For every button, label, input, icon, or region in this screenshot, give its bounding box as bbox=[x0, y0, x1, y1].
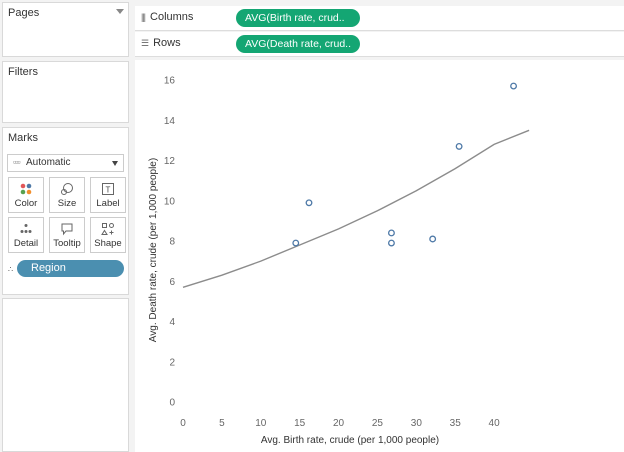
x-tick-label: 25 bbox=[372, 418, 384, 429]
mark-type-select[interactable]: ▫▫▫ Automatic bbox=[7, 154, 124, 172]
shape-button-label: Shape bbox=[94, 238, 122, 249]
rows-measure-pill[interactable]: AVG(Death rate, crud.. bbox=[236, 35, 360, 53]
left-panel-empty-area bbox=[2, 298, 129, 452]
color-button[interactable]: Color bbox=[8, 177, 44, 213]
marks-title: Marks bbox=[8, 132, 38, 144]
mark-type-label: Automatic bbox=[26, 157, 71, 168]
x-tick-label: 15 bbox=[294, 418, 306, 429]
tooltip-button[interactable]: Tooltip bbox=[49, 217, 85, 253]
columns-icon: ||| bbox=[141, 12, 146, 22]
columns-label-text: Columns bbox=[150, 11, 194, 23]
x-tick-label: 35 bbox=[450, 418, 462, 429]
x-tick-label: 5 bbox=[219, 418, 225, 429]
rows-icon: ☰ bbox=[141, 38, 149, 48]
data-point[interactable] bbox=[387, 229, 395, 237]
trend-line[interactable] bbox=[182, 129, 530, 288]
y-tick-label: 16 bbox=[164, 76, 176, 87]
data-point[interactable] bbox=[305, 199, 313, 207]
data-point[interactable] bbox=[455, 142, 463, 150]
y-tick-label: 4 bbox=[169, 317, 175, 328]
pages-title: Pages bbox=[8, 7, 40, 19]
chart-view[interactable]: 0 2 4 6 8 10 12 14 16 0 5 10 15 20 25 30 35 40 Avg. Birth … bbox=[135, 60, 624, 452]
tooltip-icon bbox=[50, 222, 84, 236]
region-detail-pill[interactable]: Region bbox=[17, 260, 124, 277]
x-axis-title: Avg. Birth rate, crude (per 1,000 people… bbox=[261, 435, 439, 446]
x-tick-label: 30 bbox=[411, 418, 423, 429]
x-tick-label: 20 bbox=[333, 418, 345, 429]
data-point[interactable] bbox=[292, 239, 300, 247]
filters-title: Filters bbox=[8, 66, 38, 78]
color-dots-icon bbox=[9, 182, 43, 196]
y-tick-label: 2 bbox=[169, 357, 175, 368]
filters-card[interactable]: Filters bbox=[2, 61, 129, 123]
label-button-label: Label bbox=[96, 198, 120, 209]
shape-button[interactable]: Shape bbox=[90, 217, 126, 253]
y-tick-label: 0 bbox=[169, 398, 175, 409]
y-tick-label: 12 bbox=[164, 156, 176, 167]
mark-type-icon: ▫▫▫ bbox=[13, 157, 21, 167]
x-tick-label: 40 bbox=[489, 418, 501, 429]
x-tick-label: 0 bbox=[180, 418, 186, 429]
data-point[interactable] bbox=[510, 82, 518, 90]
marks-card: Marks ▫▫▫ Automatic Color Size T Label D… bbox=[2, 127, 129, 295]
y-tick-label: 8 bbox=[169, 237, 175, 248]
x-tick-label: 10 bbox=[255, 418, 267, 429]
data-point[interactable] bbox=[387, 239, 395, 247]
columns-shelf[interactable]: ||| Columns AVG(Birth rate, crud.. bbox=[135, 6, 624, 31]
label-button[interactable]: T Label bbox=[90, 177, 126, 213]
detail-dots-icon: ∴ bbox=[8, 265, 14, 274]
scatter-plot[interactable]: 0 2 4 6 8 10 12 14 16 0 5 10 15 20 25 30 35 40 Avg. Birth … bbox=[135, 60, 624, 452]
detail-button-label: Detail bbox=[13, 238, 39, 249]
rows-shelf-label: ☰ Rows bbox=[141, 37, 181, 49]
pages-card[interactable]: Pages bbox=[2, 2, 129, 57]
detail-icon bbox=[9, 222, 43, 236]
columns-measure-pill[interactable]: AVG(Birth rate, crud.. bbox=[236, 9, 360, 27]
data-point[interactable] bbox=[429, 235, 437, 243]
y-tick-label: 10 bbox=[164, 196, 176, 207]
y-tick-label: 14 bbox=[164, 116, 176, 127]
size-icon bbox=[50, 182, 84, 196]
shape-icon bbox=[91, 222, 125, 236]
left-panel: Pages Filters Marks ▫▫▫ Automatic Color … bbox=[0, 0, 131, 452]
collapse-caret-icon[interactable] bbox=[116, 9, 124, 14]
color-button-label: Color bbox=[14, 198, 38, 209]
label-icon: T bbox=[91, 182, 125, 196]
tooltip-button-label: Tooltip bbox=[53, 238, 81, 249]
chevron-down-icon bbox=[112, 161, 118, 166]
y-axis-title: Avg. Death rate, crude (per 1,000 people… bbox=[148, 158, 159, 342]
rows-shelf[interactable]: ☰ Rows AVG(Death rate, crud.. bbox=[135, 32, 624, 57]
columns-shelf-label: ||| Columns bbox=[141, 11, 193, 23]
size-button-label: Size bbox=[57, 198, 77, 209]
detail-button[interactable]: Detail bbox=[8, 217, 44, 253]
size-button[interactable]: Size bbox=[49, 177, 85, 213]
svg-text:T: T bbox=[106, 186, 111, 195]
y-tick-label: 6 bbox=[169, 277, 175, 288]
rows-label-text: Rows bbox=[153, 37, 181, 49]
